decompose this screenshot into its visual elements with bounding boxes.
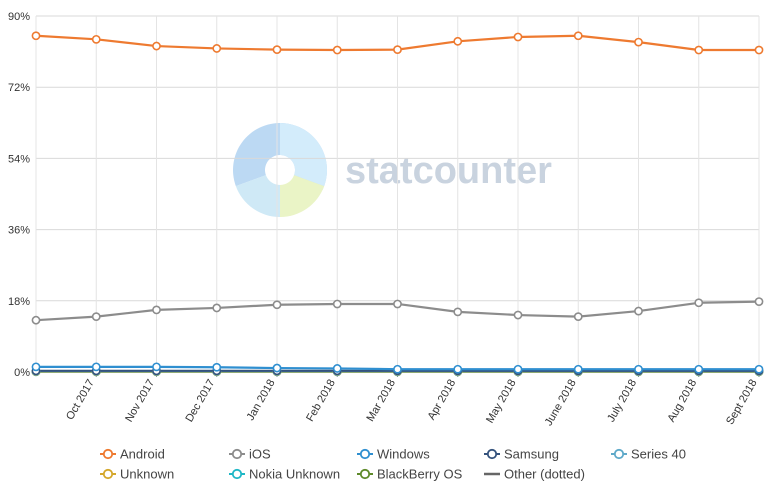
legend-marker <box>231 468 243 480</box>
data-point-windows[interactable] <box>634 364 643 374</box>
data-point-ios[interactable] <box>754 297 764 306</box>
x-tick-label: Apr 2018 <box>426 378 459 423</box>
legend-marker <box>613 448 625 460</box>
data-point-windows[interactable] <box>332 364 342 373</box>
data-point-ios[interactable] <box>152 305 161 315</box>
data-point-ios[interactable] <box>694 298 704 308</box>
legend-label: Samsung <box>504 447 559 462</box>
x-tick-label: July 2018 <box>605 378 639 425</box>
data-point-windows[interactable] <box>212 362 222 372</box>
legend-label: Android <box>120 447 165 462</box>
legend-item-ios[interactable]: iOS <box>229 447 271 462</box>
data-point-windows[interactable] <box>152 362 161 372</box>
legend-item-android[interactable]: Android <box>100 447 165 462</box>
data-point-android[interactable] <box>513 32 523 42</box>
x-tick-label: June 2018 <box>543 378 579 429</box>
watermark-logo-segment <box>280 123 327 187</box>
watermark-text: statcounter <box>345 150 552 192</box>
data-point-windows[interactable] <box>272 363 282 373</box>
data-point-ios[interactable] <box>272 300 282 310</box>
legend-marker <box>359 468 371 480</box>
data-point-windows[interactable] <box>513 364 523 374</box>
legend: Android iOS Windows Samsung Series 40 Unknown… <box>100 447 686 482</box>
y-axis: 0% 18% 36% 54% 72% 90% <box>8 11 30 379</box>
legend-marker <box>102 468 114 480</box>
y-tick-label: 72% <box>8 82 30 94</box>
data-point-ios[interactable] <box>453 307 463 317</box>
x-tick-label: Feb 2018 <box>304 378 338 424</box>
legend-label: Unknown <box>120 467 174 482</box>
gridlines <box>35 15 760 373</box>
legend-marker <box>486 448 498 460</box>
data-point-android[interactable] <box>694 45 704 55</box>
chart-container: statcounter 0% 18% 36% 54% 72% 90% Oct 2017 No… <box>0 0 778 494</box>
y-tick-label: 54% <box>8 153 30 165</box>
data-point-windows[interactable] <box>91 362 101 372</box>
legend-marker <box>359 448 371 460</box>
legend-label: Nokia Unknown <box>249 467 340 482</box>
data-point-android[interactable] <box>212 44 222 53</box>
x-tick-label: Nov 2017 <box>123 378 157 425</box>
legend-item-samsung[interactable]: Samsung <box>484 447 559 462</box>
data-point-android[interactable] <box>754 45 764 55</box>
y-tick-label: 0% <box>14 367 30 379</box>
data-point-ios[interactable] <box>91 312 101 322</box>
data-point-android[interactable] <box>152 41 161 51</box>
x-axis: Oct 2017 Nov 2017 Dec 2017 Jan 2018 Feb 2018… <box>64 372 760 429</box>
data-point-windows[interactable] <box>31 362 41 372</box>
data-point-ios[interactable] <box>393 299 402 309</box>
legend-item-windows[interactable]: Windows <box>357 447 430 462</box>
line-chart: statcounter 0% 18% 36% 54% 72% 90% Oct 2017 No… <box>8 11 764 482</box>
data-point-android[interactable] <box>91 34 101 44</box>
data-point-windows[interactable] <box>694 364 704 374</box>
legend-item-series-40[interactable]: Series 40 <box>611 447 686 462</box>
legend-item-other-dotted[interactable]: Other (dotted) <box>484 467 585 482</box>
legend-item-blackberry-os[interactable]: BlackBerry OS <box>357 467 463 482</box>
legend-label: iOS <box>249 447 271 462</box>
data-point-android[interactable] <box>634 37 643 47</box>
statcounter-logo-icon <box>232 122 327 217</box>
data-point-windows[interactable] <box>573 364 583 374</box>
data-point-android[interactable] <box>393 45 402 55</box>
legend-label: Other (dotted) <box>504 467 585 482</box>
y-tick-label: 90% <box>8 11 30 23</box>
legend-marker <box>102 448 114 460</box>
data-point-android[interactable] <box>31 31 41 41</box>
x-tick-label: Oct 2017 <box>64 378 97 423</box>
legend-label: Series 40 <box>631 447 686 462</box>
data-point-android[interactable] <box>573 31 583 41</box>
data-point-ios[interactable] <box>573 312 583 322</box>
legend-label: BlackBerry OS <box>377 467 463 482</box>
legend-item-unknown[interactable]: Unknown <box>100 467 174 482</box>
data-point-ios[interactable] <box>634 306 643 316</box>
statcounter-watermark: statcounter <box>232 122 552 217</box>
data-point-windows[interactable] <box>393 364 402 374</box>
data-point-windows[interactable] <box>754 364 764 374</box>
data-point-android[interactable] <box>453 36 463 46</box>
x-tick-label: May 2018 <box>484 378 519 426</box>
data-point-windows[interactable] <box>453 364 463 374</box>
y-tick-label: 36% <box>8 225 30 237</box>
x-tick-label: Sept 2018 <box>724 378 759 427</box>
data-point-android[interactable] <box>332 45 342 55</box>
legend-marker <box>231 448 243 460</box>
data-point-android[interactable] <box>272 45 282 55</box>
x-tick-label: Jan 2018 <box>245 378 278 423</box>
legend-label: Windows <box>377 447 430 462</box>
legend-item-nokia-unknown[interactable]: Nokia Unknown <box>229 467 340 482</box>
data-point-ios[interactable] <box>212 303 222 313</box>
data-point-ios[interactable] <box>513 310 523 320</box>
data-point-ios[interactable] <box>332 299 342 309</box>
x-tick-label: Aug 2018 <box>665 378 699 425</box>
x-tick-label: Mar 2018 <box>364 378 398 424</box>
x-tick-label: Dec 2017 <box>183 378 217 425</box>
data-point-ios[interactable] <box>31 315 41 325</box>
y-tick-label: 18% <box>8 296 30 308</box>
